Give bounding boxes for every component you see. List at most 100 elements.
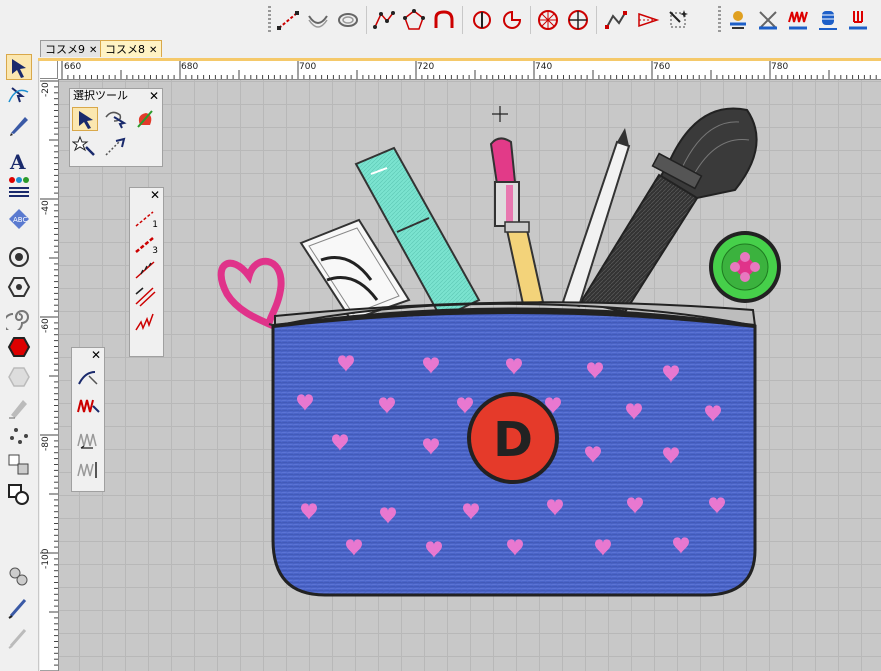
design-canvas[interactable]: D 選択ツール ✕ ✕ 1 3 ✕ <box>59 80 881 671</box>
arc-shape-tool-icon[interactable] <box>432 8 456 32</box>
arrow-shape-tool-icon[interactable] <box>636 8 660 32</box>
ruler-label: -80 <box>41 436 51 451</box>
cross-circle-tool-icon[interactable] <box>566 8 590 32</box>
satin-fill-icon[interactable] <box>75 394 101 418</box>
freehand-pen-icon[interactable] <box>6 594 32 620</box>
lasso-select-icon[interactable] <box>102 107 128 131</box>
patch-tool-icon[interactable] <box>6 452 32 478</box>
close-icon[interactable]: ✕ <box>91 348 101 362</box>
top-toolbar <box>0 0 881 39</box>
lipstick[interactable] <box>489 137 545 306</box>
magic-wand-icon[interactable] <box>72 135 98 159</box>
tab-cosme8[interactable]: コスメ8 ✕ <box>100 40 163 57</box>
ruler-corner[interactable] <box>40 61 58 79</box>
node-edit-icon[interactable] <box>6 82 32 108</box>
abc-lettering-icon[interactable]: ABC <box>6 206 32 232</box>
close-icon[interactable]: ✕ <box>149 45 157 56</box>
close-icon[interactable]: ✕ <box>150 188 160 202</box>
svg-text:ABC: ABC <box>13 216 27 224</box>
svg-text:A: A <box>9 150 26 174</box>
ruler-label: 760 <box>653 62 671 72</box>
ruler-label: 780 <box>771 62 789 72</box>
tab-label: コスメ9 <box>45 43 85 56</box>
dotted-select-icon[interactable] <box>102 135 128 159</box>
fill-direction-icon[interactable] <box>75 458 101 482</box>
ruler-label: -100 <box>41 548 51 569</box>
stitch-count-label: 3 <box>152 246 158 256</box>
toolbar-separator <box>596 6 597 34</box>
zigzag-line-stitch-icon[interactable] <box>133 310 159 334</box>
color-select-icon[interactable] <box>132 107 158 131</box>
embroidery-frame-tool-icon[interactable] <box>726 8 750 32</box>
tab-label: コスメ8 <box>105 43 145 56</box>
toolbar-separator <box>530 6 531 34</box>
stitch-count-label: 1 <box>152 220 158 230</box>
toolbar-separator <box>462 6 463 34</box>
pentagon-tool-icon[interactable] <box>402 8 426 32</box>
filled-hexagon-icon[interactable] <box>6 334 32 360</box>
spiral-shape-icon[interactable] <box>6 304 32 330</box>
crosshair-cursor <box>492 106 508 122</box>
green-compact[interactable] <box>709 231 781 303</box>
double-line-stitch-icon[interactable] <box>133 284 159 308</box>
palette-title-bar[interactable]: ✕ <box>130 188 163 202</box>
ruler-label: -40 <box>41 200 51 215</box>
pen-tool-icon[interactable] <box>6 112 32 138</box>
ring-tool-icon[interactable] <box>336 8 360 32</box>
palette-title: 選択ツール <box>73 89 128 102</box>
running-stitch-1-icon[interactable]: 1 <box>133 206 159 230</box>
palette-title-bar[interactable]: 選択ツール ✕ <box>70 89 162 103</box>
select-arrow-icon[interactable] <box>6 54 32 80</box>
toolbar-grip[interactable] <box>718 6 721 34</box>
left-toolbar: A ABC <box>0 38 39 671</box>
fill-select-icon[interactable] <box>75 366 101 390</box>
spool-tool-icon[interactable] <box>6 564 32 590</box>
magic-select-tool-icon[interactable] <box>666 8 690 32</box>
ruler-label: 680 <box>181 62 199 72</box>
vertical-ruler-ticks <box>40 80 58 671</box>
triple-stitch-icon[interactable] <box>133 258 159 282</box>
fork-stitch-tool-icon[interactable] <box>846 8 870 32</box>
running-stitch-3-icon[interactable]: 3 <box>133 232 159 256</box>
ruler-label: 720 <box>417 62 435 72</box>
shape-combine-icon[interactable] <box>6 482 32 508</box>
ruler-label: -60 <box>41 318 51 333</box>
badge-letter: D <box>493 412 533 468</box>
coil-stitch-tool-icon[interactable] <box>816 8 840 32</box>
dot-stitch-icon[interactable] <box>6 424 32 450</box>
document-tabs: コスメ9 ✕ コスメ8 ✕ <box>38 38 881 58</box>
text-tool-icon[interactable]: A <box>6 148 32 174</box>
toolbar-grip[interactable] <box>268 6 271 34</box>
palette-title-bar[interactable]: ✕ <box>72 348 104 362</box>
vertical-ruler[interactable]: -20 -40 -60 -80 -100 <box>40 79 59 671</box>
disabled-pen-icon[interactable] <box>6 624 32 650</box>
circle-arc-tool-icon[interactable] <box>470 8 494 32</box>
radial-tool-icon[interactable] <box>536 8 560 32</box>
false-eyelashes[interactable] <box>299 218 411 322</box>
horizontal-ruler[interactable]: 660 680 700 720 740 760 780 <box>58 61 881 80</box>
polygon-tool-icon[interactable] <box>372 8 396 32</box>
ruler-label: -20 <box>41 82 51 97</box>
embroidery-artwork[interactable]: D <box>59 80 881 671</box>
toolbar-separator <box>366 6 367 34</box>
eraser-pencil-icon[interactable] <box>6 394 32 420</box>
monogram-tool-icon[interactable] <box>6 174 32 200</box>
letter-badge[interactable]: D <box>467 392 559 484</box>
satin-stitch-tool-icon[interactable] <box>786 8 810 32</box>
select-arrow-icon[interactable] <box>72 107 98 131</box>
curve-tool-icon[interactable] <box>306 8 330 32</box>
zigzag-tool-icon[interactable] <box>604 8 628 32</box>
circle-segment-tool-icon[interactable] <box>500 8 524 32</box>
tab-cosme9[interactable]: コスメ9 ✕ <box>40 40 103 57</box>
line-tool-icon[interactable] <box>276 8 300 32</box>
cosmetic-pouch[interactable]: D <box>271 301 757 597</box>
tatami-fill-icon[interactable] <box>75 428 101 452</box>
fill-stitch-palette: ✕ <box>71 347 105 492</box>
stitch-settings-tool-icon[interactable] <box>756 8 780 32</box>
hexagon-shape-icon[interactable] <box>6 274 32 300</box>
circle-shape-icon[interactable] <box>6 244 32 270</box>
close-icon[interactable]: ✕ <box>149 89 159 103</box>
select-tool-palette: 選択ツール ✕ <box>69 88 163 167</box>
close-icon[interactable]: ✕ <box>89 45 97 56</box>
gray-hexagon-icon[interactable] <box>6 364 32 390</box>
